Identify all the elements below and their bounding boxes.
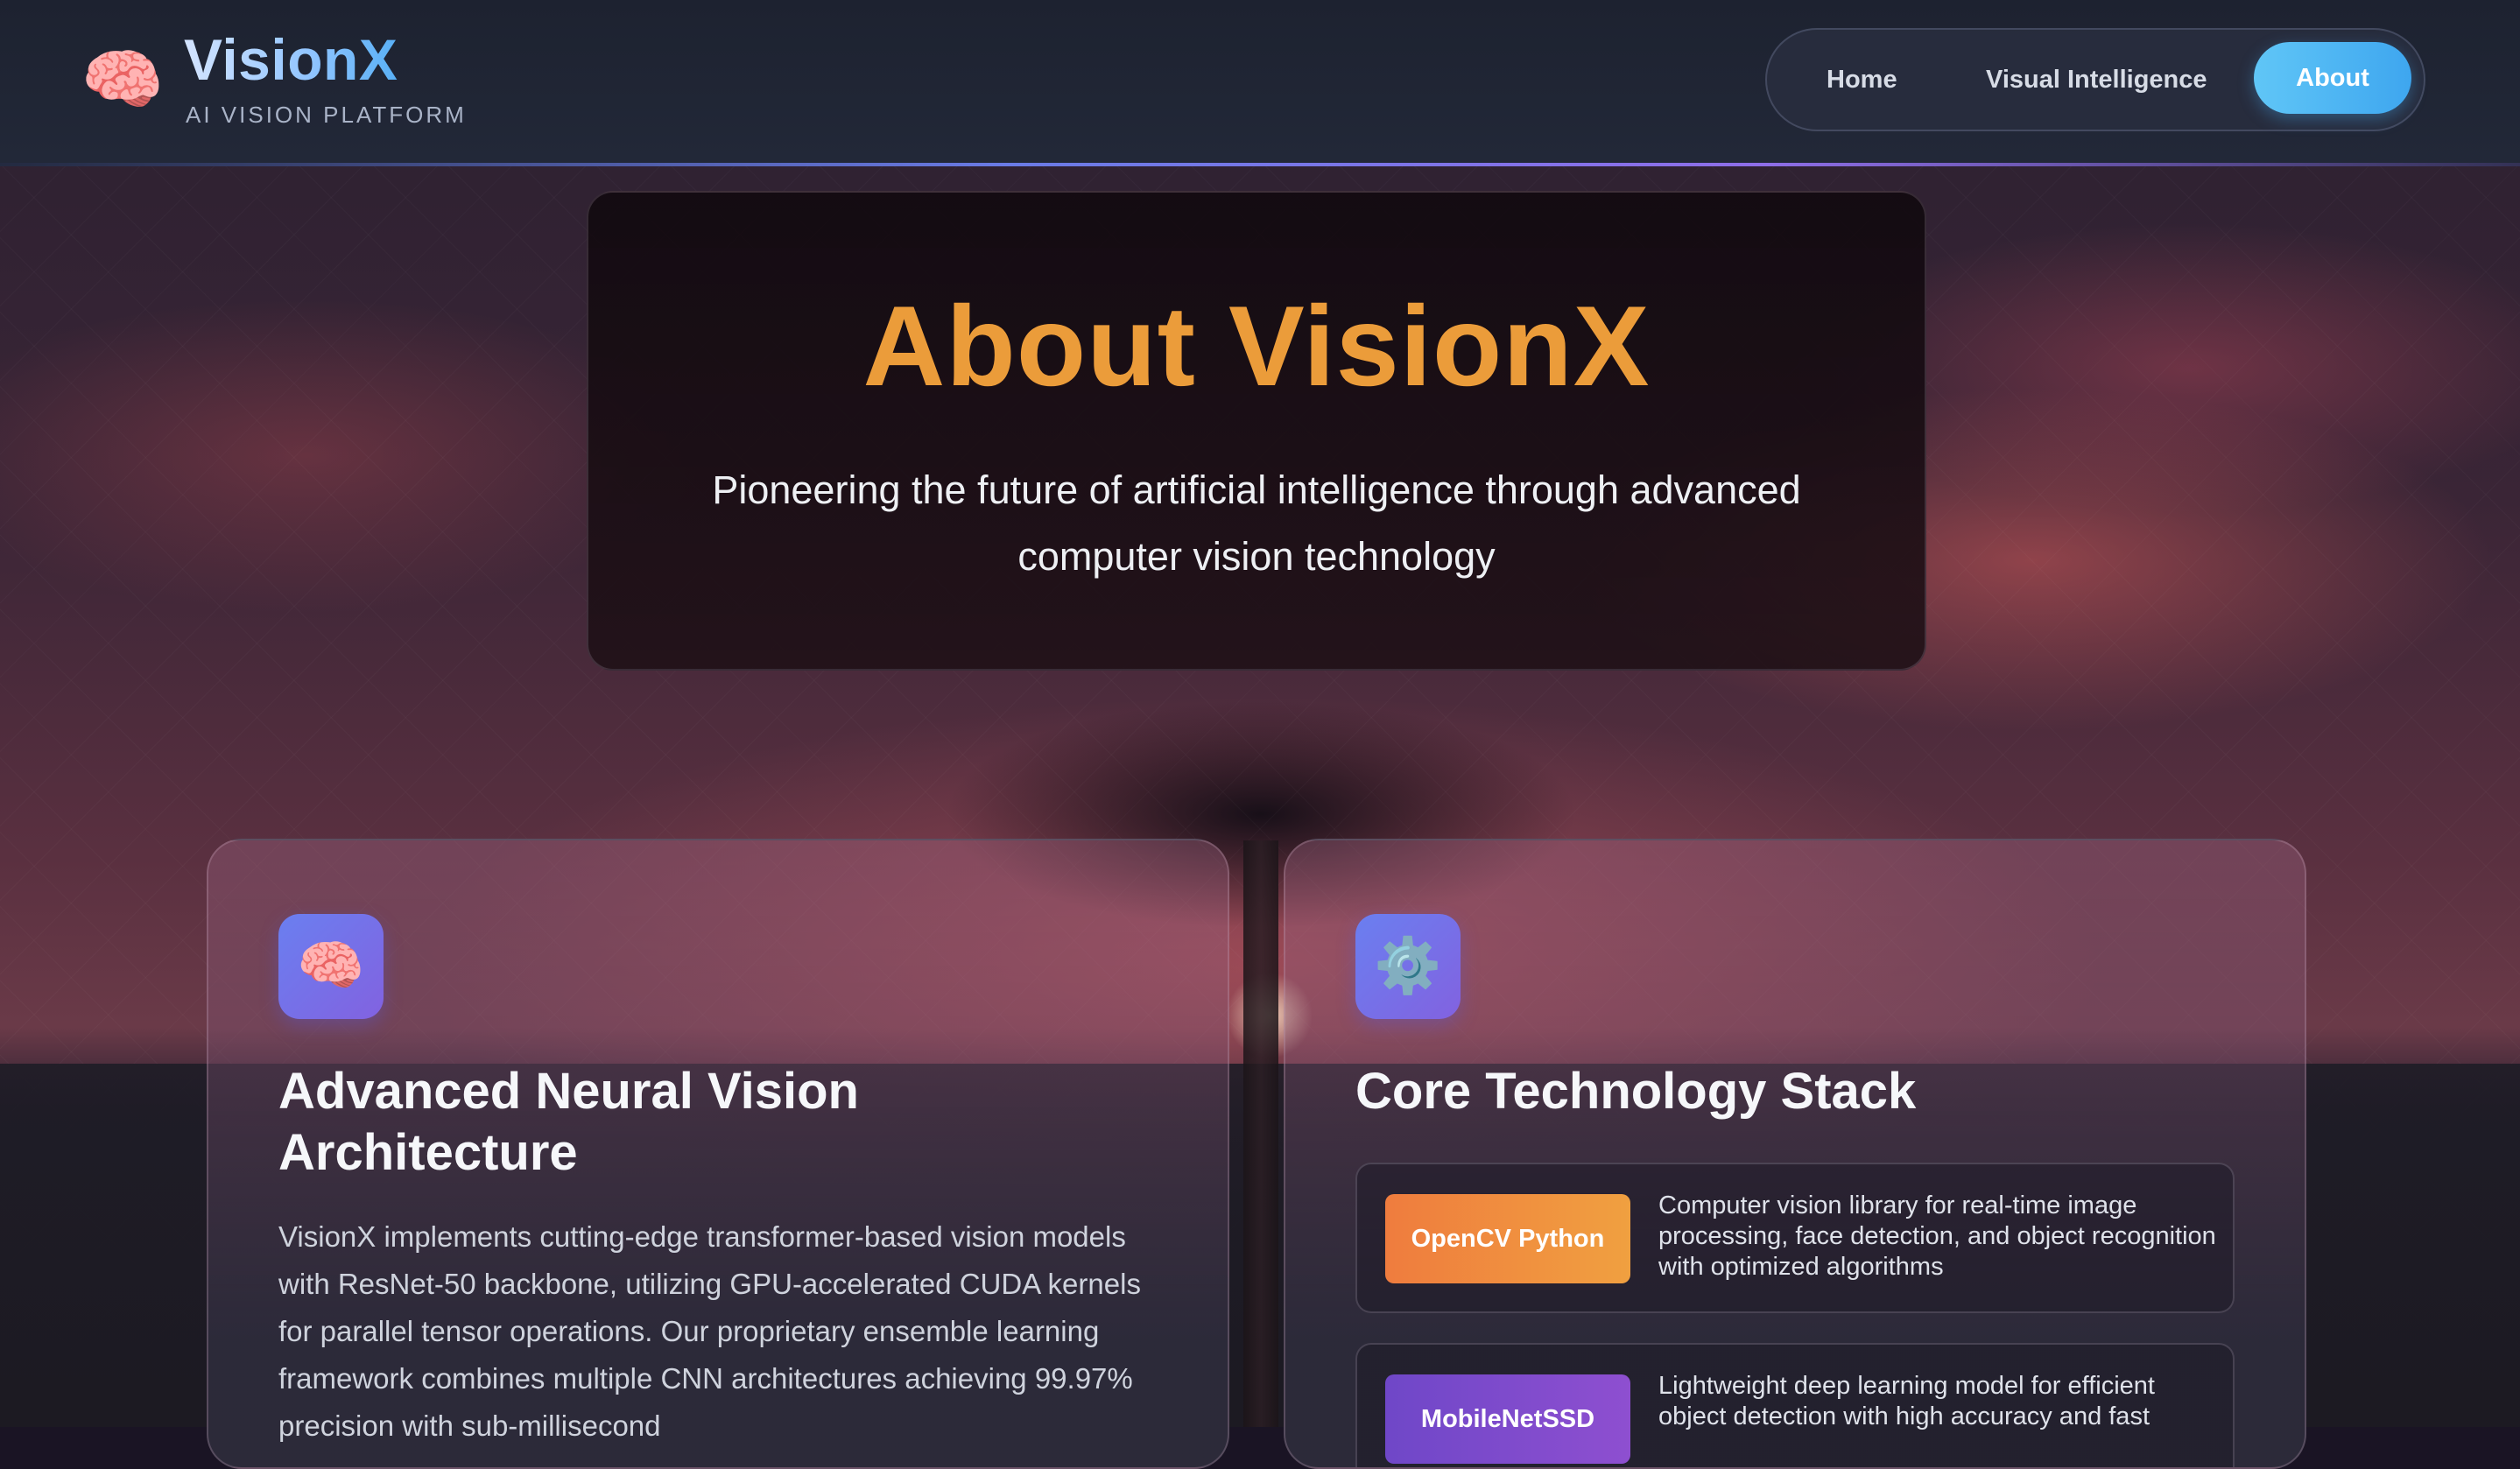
nav-home-link[interactable]: Home bbox=[1827, 30, 1897, 130]
brand-name[interactable]: VisionX bbox=[184, 26, 398, 93]
tech-badge-opencv: OpenCV Python bbox=[1385, 1194, 1630, 1283]
hero-card: About VisionX Pioneering the future of a… bbox=[587, 191, 1926, 671]
feature-card-tech-stack: ⚙️ Core Technology Stack OpenCV Python C… bbox=[1284, 839, 2306, 1469]
card-title: Core Technology Stack bbox=[1355, 1063, 1917, 1120]
tree-silhouette bbox=[1243, 840, 1278, 1427]
tech-stack-item: OpenCV Python Computer vision library fo… bbox=[1355, 1163, 2235, 1313]
brain-icon[interactable]: 🧠 bbox=[81, 39, 165, 123]
page-title: About VisionX bbox=[862, 282, 1651, 410]
tech-stack-item: MobileNetSSD Lightweight deep learning m… bbox=[1355, 1343, 2235, 1467]
hero-subtitle: Pioneering the future of artificial inte… bbox=[712, 467, 1801, 579]
main-nav: Home Visual Intelligence About bbox=[1765, 28, 2425, 131]
brain-icon: 🧠 bbox=[278, 914, 384, 1019]
card-description: VisionX implements cutting-edge transfor… bbox=[278, 1220, 1141, 1442]
nav-about-link[interactable]: About bbox=[2254, 42, 2411, 114]
nav-visual-intelligence-link[interactable]: Visual Intelligence bbox=[1986, 30, 2207, 130]
tech-description: Lightweight deep learning model for effi… bbox=[1658, 1372, 2155, 1430]
gear-icon: ⚙️ bbox=[1355, 914, 1461, 1019]
tech-description: Computer vision library for real-time im… bbox=[1658, 1191, 2216, 1281]
top-navbar: 🧠 VisionX AI VISION PLATFORM Home Visual… bbox=[0, 0, 2520, 166]
card-title: Advanced Neural Vision Architecture bbox=[278, 1063, 859, 1181]
tech-badge-mobilenetssd: MobileNetSSD bbox=[1385, 1374, 1630, 1464]
feature-card-neural-vision: 🧠 Advanced Neural Vision Architecture Vi… bbox=[207, 839, 1229, 1469]
brand-tagline: AI VISION PLATFORM bbox=[186, 102, 467, 128]
